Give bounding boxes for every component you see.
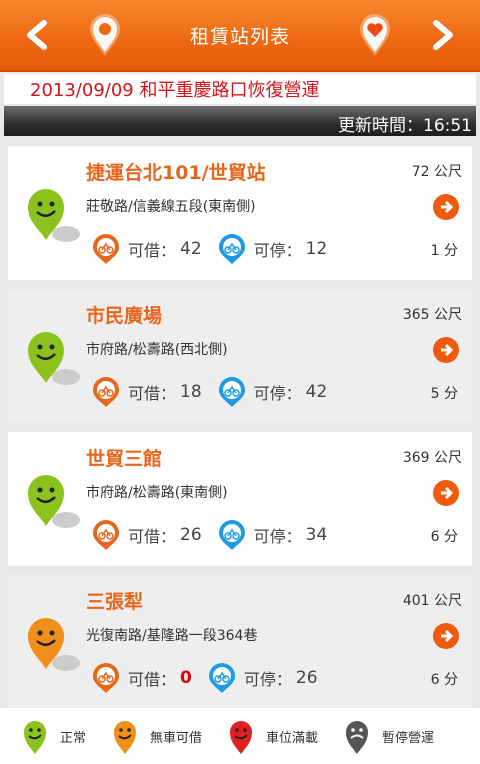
station-name: 捷運台北101/世貿站: [86, 162, 266, 184]
update-time: 更新時間：16:51: [338, 116, 472, 136]
bike-return-icon: [208, 663, 235, 693]
walk-time: 6 分: [430, 529, 458, 545]
return-count: 26: [295, 668, 318, 688]
station-address: 莊敬路/信義線五段(東南側): [86, 199, 256, 215]
walk-time: 6 分: [430, 672, 458, 688]
status-no-bike-icon: [28, 618, 80, 671]
station-distance: 401 公尺: [402, 593, 462, 609]
station-list: 捷運台北101/世貿站 72 公尺 莊敬路/信義線五段(東南側) 可借： 42 …: [8, 146, 472, 718]
status-normal-icon: [28, 189, 80, 242]
return-count: 34: [305, 525, 328, 545]
availability-row: 可借： 26 可停： 34: [90, 518, 341, 552]
station-name: 市民廣場: [86, 305, 163, 327]
legend-item-no-bike: 無車可借: [112, 717, 202, 755]
borrow-count: 42: [180, 239, 202, 259]
availability-row: 可借： 18 可停： 42: [90, 375, 341, 409]
availability-row: 可借： 0 可停： 26: [90, 661, 332, 695]
status-normal-icon: [28, 332, 80, 385]
status-suspended-icon: [346, 721, 369, 754]
borrow-label: 可借：: [128, 527, 177, 546]
status-normal-icon: [24, 721, 46, 754]
return-count: 12: [305, 239, 328, 259]
legend-label: 正常: [60, 730, 87, 746]
return-label: 可停：: [253, 527, 302, 546]
station-card[interactable]: 市民廣場 365 公尺 市府路/松壽路(西北側) 可借： 18 可停： 42 5…: [8, 289, 472, 423]
bike-borrow-icon: [93, 663, 119, 693]
page-title: 租賃站列表: [189, 26, 290, 48]
station-card[interactable]: 世貿三館 369 公尺 市府路/松壽路(東南側) 可借： 26 可停： 34 6…: [8, 432, 472, 566]
arrow-right-circle-icon[interactable]: [432, 193, 460, 221]
borrow-label: 可借：: [128, 670, 177, 689]
station-address: 市府路/松壽路(西北側): [86, 342, 228, 358]
return-label: 可停：: [253, 384, 302, 403]
favorites-button[interactable]: [356, 12, 394, 58]
bike-return-icon: [218, 234, 245, 264]
walk-time: 5 分: [430, 386, 458, 402]
status-full-icon: [230, 721, 253, 754]
bike-return-icon: [218, 377, 245, 407]
bike-borrow-icon: [93, 520, 119, 550]
chevron-right-icon: [433, 20, 453, 50]
borrow-count: 18: [180, 382, 202, 402]
status-legend: 正常 無車可借 車位滿載 暫停營運: [0, 708, 480, 764]
borrow-label: 可借：: [128, 241, 177, 260]
borrow-label: 可借：: [128, 384, 177, 403]
arrow-right-circle-icon[interactable]: [432, 479, 460, 507]
availability-row: 可借： 42 可停： 12: [90, 232, 341, 266]
legend-label: 暫停營運: [382, 730, 435, 746]
station-distance: 369 公尺: [402, 450, 462, 466]
borrow-count: 0: [180, 668, 192, 688]
heart-pin-icon: [360, 14, 390, 56]
legend-item-normal: 正常: [22, 717, 86, 755]
bike-return-icon: [218, 520, 245, 550]
arrow-right-circle-icon[interactable]: [432, 336, 460, 364]
return-count: 42: [305, 382, 328, 402]
return-label: 可停：: [253, 241, 302, 260]
station-name: 三張犁: [86, 591, 144, 613]
update-time-bar: 更新時間：16:51: [4, 106, 476, 136]
borrow-count: 26: [180, 525, 202, 545]
legend-item-suspended: 暫停營運: [344, 717, 434, 755]
legend-label: 無車可借: [150, 730, 203, 746]
return-label: 可停：: [243, 670, 292, 689]
service-notice[interactable]: 2013/09/09 和平重慶路口恢復營運: [4, 74, 476, 104]
station-card[interactable]: 三張犁 401 公尺 光復南路/基隆路一段364巷 可借： 0 可停： 26 6…: [8, 575, 472, 709]
station-address: 市府路/松壽路(東南側): [86, 485, 228, 501]
bike-borrow-icon: [93, 234, 119, 264]
app-header: 租賃站列表: [0, 0, 480, 72]
bike-borrow-icon: [93, 377, 119, 407]
status-no-bike-icon: [114, 721, 137, 754]
station-distance: 365 公尺: [402, 307, 462, 323]
station-name: 世貿三館: [86, 448, 163, 470]
walk-time: 1 分: [430, 243, 458, 259]
station-distance: 72 公尺: [411, 164, 462, 180]
legend-label: 車位滿載: [266, 730, 319, 746]
station-address: 光復南路/基隆路一段364巷: [86, 628, 258, 644]
status-normal-icon: [28, 475, 80, 528]
arrow-right-circle-icon[interactable]: [432, 622, 460, 650]
station-card[interactable]: 捷運台北101/世貿站 72 公尺 莊敬路/信義線五段(東南側) 可借： 42 …: [8, 146, 472, 280]
legend-item-full: 車位滿載: [228, 717, 318, 755]
forward-button[interactable]: [426, 18, 460, 52]
